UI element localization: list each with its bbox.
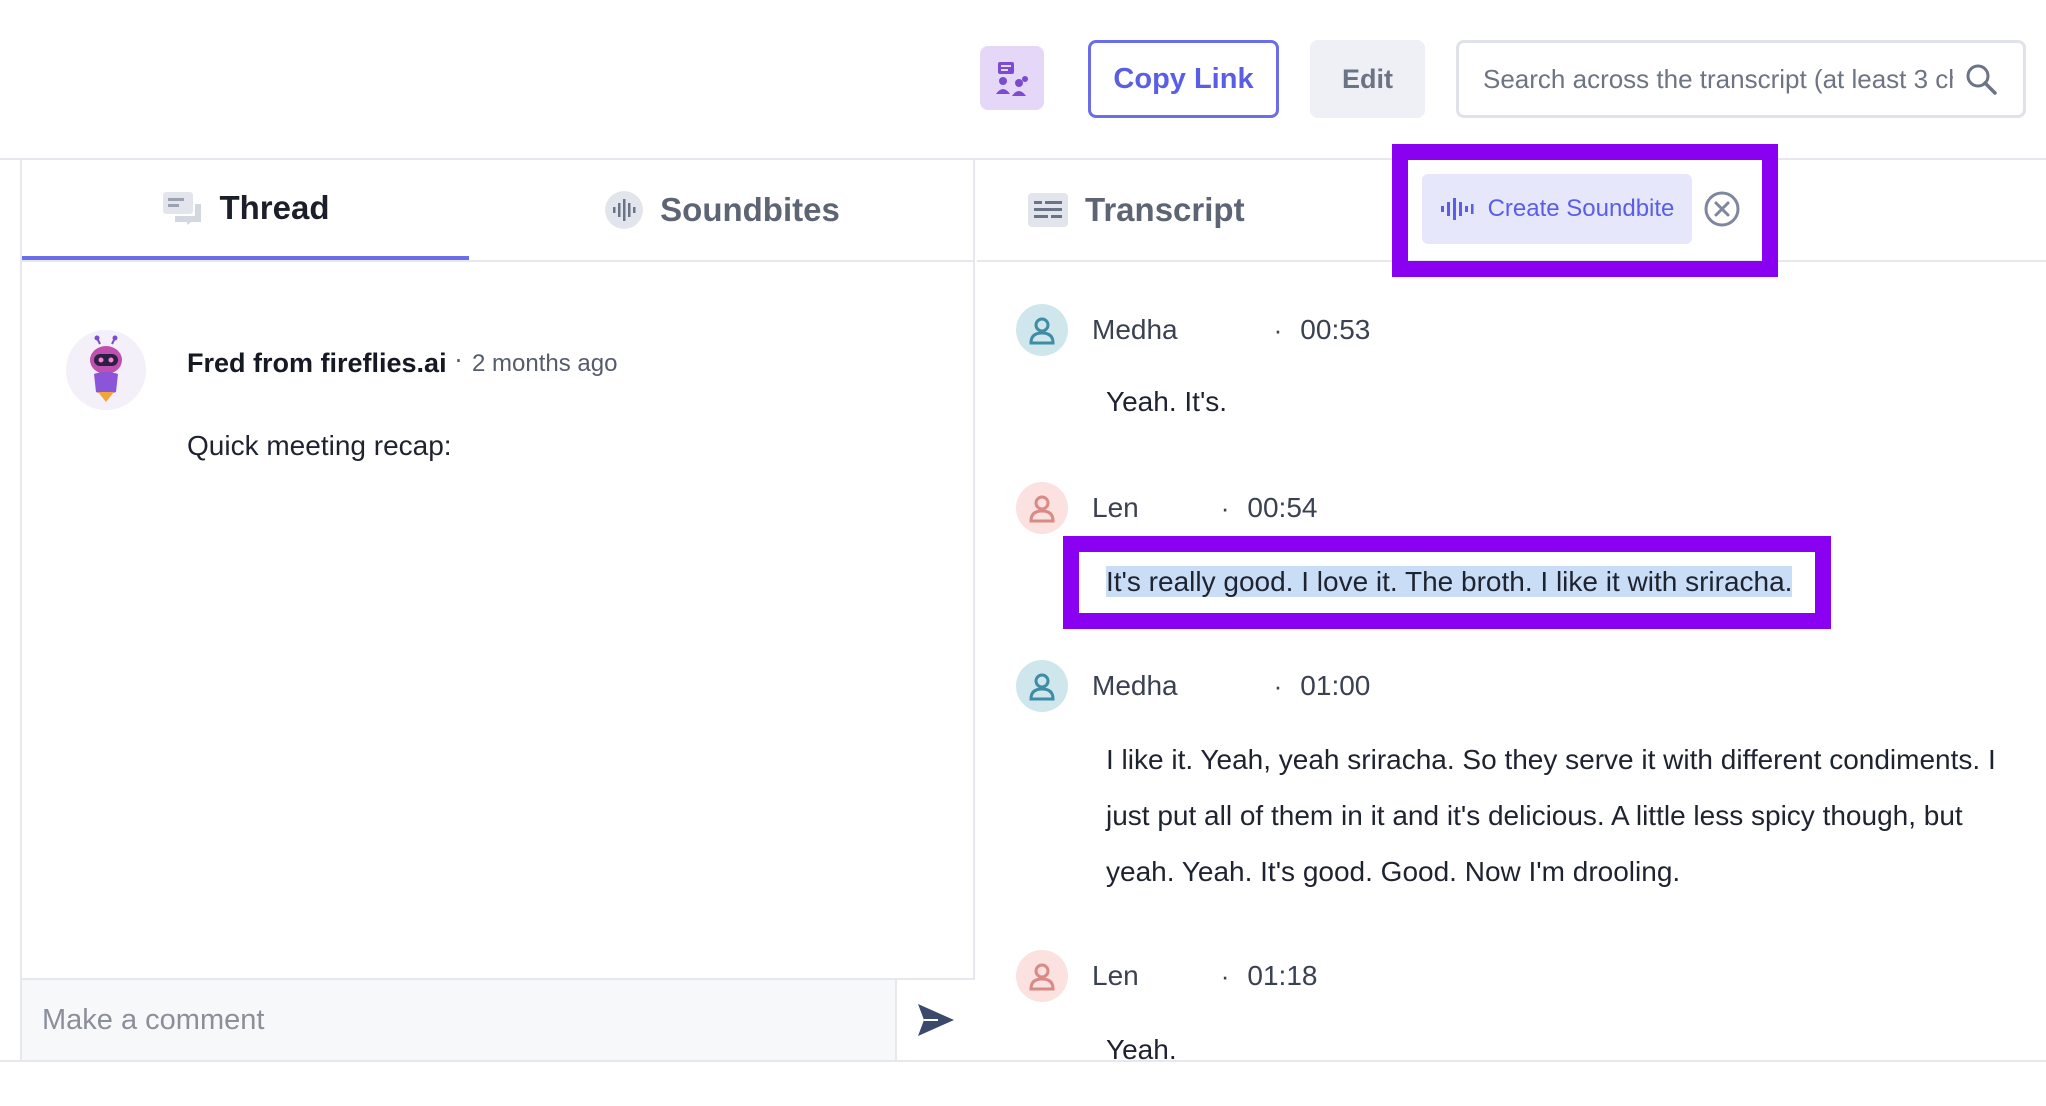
create-soundbite-label: Create Soundbite — [1487, 195, 1675, 222]
transcript-text[interactable]: Yeah. It's. — [1106, 374, 2006, 430]
tab-transcript-label: Transcript — [1085, 191, 1245, 228]
speaker-name: Len — [1092, 960, 1139, 991]
post-timestamp: 2 months ago — [472, 350, 618, 377]
user-icon — [1029, 673, 1055, 701]
separator-dot: · — [1220, 960, 1230, 991]
user-icon — [1029, 963, 1055, 991]
transcript-entry-header: Medha · 00:53 — [1016, 304, 1370, 356]
post-author[interactable]: Fred from fireflies.ai — [187, 348, 447, 379]
comment-input[interactable] — [42, 994, 892, 1046]
participants-button[interactable] — [980, 46, 1044, 110]
user-icon — [1029, 317, 1055, 345]
transcript-entry-header: Medha · 01:00 — [1016, 660, 1370, 712]
footer-divider — [0, 1060, 2046, 1062]
tabs-divider — [22, 260, 975, 262]
tab-soundbites[interactable]: Soundbites — [469, 160, 975, 260]
soundwave-icon — [1440, 197, 1474, 221]
timestamp-link[interactable]: 00:54 — [1247, 492, 1317, 524]
speaker-name: Len — [1092, 492, 1139, 523]
comment-bar — [22, 978, 975, 1060]
speaker-avatar — [1016, 482, 1068, 534]
timestamp-link[interactable]: 01:00 — [1300, 670, 1370, 702]
soundwave-icon — [604, 190, 644, 230]
transcript-text[interactable]: It's really good. I love it. The broth. … — [1106, 554, 2006, 610]
close-icon[interactable] — [1703, 190, 1741, 228]
speaker-avatar — [1016, 304, 1068, 356]
timestamp-link[interactable]: 01:18 — [1247, 960, 1317, 992]
speaker-name: Medha — [1092, 314, 1178, 345]
selected-text[interactable]: It's really good. I love it. The broth. … — [1106, 566, 1793, 597]
separator-dot: · — [1220, 492, 1230, 523]
separator-dot: · — [1273, 314, 1283, 345]
transcript-entry-header: Len · 01:18 — [1016, 950, 1317, 1002]
speaker-avatar — [1016, 660, 1068, 712]
copy-link-button[interactable]: Copy Link — [1088, 40, 1279, 118]
transcript-text[interactable]: I like it. Yeah, yeah sriracha. So they … — [1106, 732, 2006, 900]
transcript-search[interactable] — [1456, 40, 2026, 118]
post-body: Quick meeting recap: — [187, 430, 452, 461]
chat-icon — [161, 190, 203, 226]
app-root: Copy Link Edit Thread — [0, 0, 2046, 1106]
tab-soundbites-label: Soundbites — [660, 191, 840, 228]
send-icon — [918, 1004, 954, 1036]
transcript-entry-header: Len · 00:54 — [1016, 482, 1317, 534]
search-icon[interactable] — [1963, 61, 1999, 97]
transcript-text[interactable]: Yeah. — [1106, 1022, 2006, 1060]
thread-panel: Thread Soundbites Fred from fireflies.ai… — [20, 160, 975, 1060]
search-input[interactable] — [1483, 63, 1953, 95]
tab-thread[interactable]: Thread — [22, 160, 469, 260]
separator-dot: · — [1273, 670, 1283, 701]
send-button[interactable] — [895, 980, 975, 1060]
post-separator: · — [454, 344, 463, 374]
timestamp-link[interactable]: 00:53 — [1300, 314, 1370, 346]
create-soundbite-button[interactable]: Create Soundbite — [1422, 174, 1692, 244]
user-icon — [1029, 495, 1055, 523]
fred-avatar — [66, 330, 146, 410]
edit-button[interactable]: Edit — [1310, 40, 1425, 118]
speaker-name: Medha — [1092, 670, 1178, 701]
transcript-icon — [1027, 192, 1069, 228]
tab-thread-label: Thread — [219, 189, 330, 226]
top-bar: Copy Link Edit — [0, 0, 2046, 160]
tab-transcript[interactable]: Transcript — [1027, 160, 1245, 260]
participants-icon — [996, 62, 1028, 96]
speaker-avatar — [1016, 950, 1068, 1002]
